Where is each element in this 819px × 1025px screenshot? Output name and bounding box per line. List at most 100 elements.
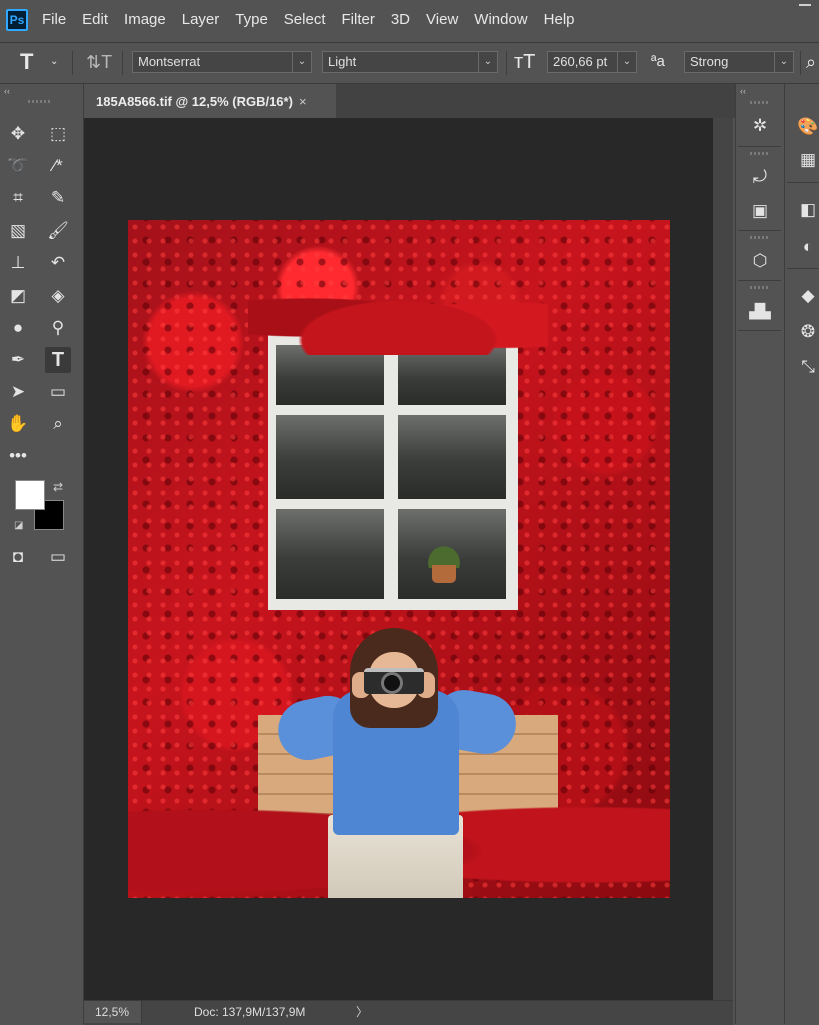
quick-mask-icon[interactable]: ◘ [5, 544, 31, 570]
font-style-value: Light [328, 54, 357, 69]
vertical-scrollbar[interactable] [713, 118, 733, 1000]
type-icon[interactable]: T [45, 347, 71, 373]
healing-brush-icon[interactable]: ▧ [5, 218, 31, 244]
options-bar: T ⌄ ⇅T Montserrat ⌄ Light ⌄ ᴛT 260,66 pt… [0, 42, 819, 84]
chevron-down-icon: ⌄ [617, 52, 636, 72]
photoshop-logo-icon[interactable]: Ps [6, 8, 28, 31]
brush-icon[interactable]: 🖌 [45, 218, 71, 244]
marquee-icon[interactable]: ⬚ [45, 121, 71, 147]
panel-grip[interactable] [750, 101, 770, 104]
swap-colors-icon[interactable]: ⇄ [53, 480, 63, 494]
status-menu-icon[interactable]: 〉 [356, 1001, 368, 1023]
divider [738, 280, 781, 281]
menu-help[interactable]: Help [544, 11, 575, 28]
rectangle-icon[interactable]: ▭ [45, 379, 71, 405]
collapse-icon[interactable]: ‹‹ [740, 86, 746, 96]
font-size-field[interactable]: 260,66 pt ⌄ [547, 51, 637, 73]
history-brush-icon[interactable]: ↶ [45, 250, 71, 276]
3d-icon[interactable]: ⬡ [745, 248, 775, 274]
divider [787, 182, 818, 183]
menu-image[interactable]: Image [124, 11, 166, 28]
font-family-select[interactable]: Montserrat ⌄ [132, 51, 312, 73]
magic-wand-icon[interactable]: ⁄* [45, 153, 71, 179]
crop-icon[interactable]: ⌗ [5, 185, 31, 211]
navigator-icon[interactable]: ✲ [745, 113, 775, 139]
zoom-field[interactable]: 12,5% [84, 1001, 142, 1023]
close-icon[interactable]: × [299, 94, 307, 109]
history-icon[interactable]: ⤾ [745, 164, 775, 190]
chevron-down-icon[interactable]: ⌄ [50, 51, 58, 73]
foreground-color-swatch[interactable] [15, 480, 45, 510]
adjustments-icon[interactable]: ◐ [793, 234, 819, 260]
document-tab-bar: 185A8566.tif @ 12,5% (RGB/16*) × [84, 84, 735, 118]
eyedropper-icon[interactable]: ✎ [45, 185, 71, 211]
blur-icon[interactable]: ● [5, 315, 31, 341]
pen-icon[interactable]: ✒ [5, 347, 31, 373]
actions-icon[interactable]: ▣ [745, 198, 775, 224]
panel-dock-collapsed-right: 🎨 ▦ ◧ ◐ ◆ ❂ ⤡ [784, 84, 819, 1024]
histogram-icon[interactable]: ▟▙ [745, 298, 775, 324]
document-image[interactable] [128, 220, 670, 898]
canvas-area[interactable] [84, 118, 713, 1000]
clone-stamp-icon[interactable]: ⊥ [5, 250, 31, 276]
screen-mode-icon[interactable]: ▭ [45, 544, 71, 570]
camera-lens [381, 672, 403, 694]
window-frame [268, 335, 518, 610]
paths-icon[interactable]: ⤡ [793, 354, 819, 380]
lasso-icon[interactable]: ➰ [5, 153, 31, 179]
menu-file[interactable]: File [42, 11, 66, 28]
panel-grip[interactable] [750, 152, 770, 155]
type-tool-preset-icon[interactable]: T [20, 51, 33, 73]
collapse-icon[interactable]: ‹‹ [4, 86, 10, 96]
font-size-value: 260,66 pt [553, 54, 608, 69]
text-orientation-icon[interactable]: ⇅T [86, 51, 112, 73]
document-tab-title: 185A8566.tif @ 12,5% (RGB/16*) [96, 93, 293, 109]
divider [787, 268, 818, 269]
libraries-icon[interactable]: ◧ [793, 197, 819, 223]
menu-select[interactable]: Select [284, 11, 326, 28]
antialias-value: Strong [690, 54, 729, 69]
font-family-value: Montserrat [138, 54, 201, 69]
divider [506, 51, 507, 75]
font-size-icon: ᴛT [514, 51, 536, 73]
divider [72, 51, 73, 75]
menu-3d[interactable]: 3D [391, 11, 410, 28]
channels-icon[interactable]: ❂ [793, 319, 819, 345]
chevron-down-icon: ⌄ [292, 52, 311, 72]
minimize-icon[interactable] [799, 4, 811, 6]
menu-filter[interactable]: Filter [342, 11, 375, 28]
doc-size-info: Doc: 137,9M/137,9M [194, 1005, 306, 1019]
paint-bucket-icon[interactable]: ◈ [45, 283, 71, 309]
menu-type[interactable]: Type [235, 11, 268, 28]
panel-grip[interactable] [28, 100, 52, 103]
document-tab[interactable]: 185A8566.tif @ 12,5% (RGB/16*) × [84, 84, 336, 118]
font-style-select[interactable]: Light ⌄ [322, 51, 498, 73]
more-tools-icon[interactable]: ••• [5, 443, 31, 469]
move-icon[interactable]: ✥ [5, 121, 31, 147]
color-icon[interactable]: 🎨 [793, 114, 819, 140]
antialias-select[interactable]: Strong ⌄ [684, 51, 794, 73]
menu-view[interactable]: View [426, 11, 458, 28]
menu-window[interactable]: Window [474, 11, 527, 28]
default-colors-icon[interactable]: ◪ [14, 520, 23, 531]
plant-pot [432, 565, 456, 583]
eraser-icon[interactable]: ◩ [5, 283, 31, 309]
tools-panel: ‹‹ ✥ ⬚ ➰ ⁄* ⌗ ✎ ▧ 🖌 ⊥ ↶ ◩ ◈ ● ⚲ ✒ T ➤ ▭ … [0, 84, 84, 1024]
divider [800, 51, 801, 75]
hand-icon[interactable]: ✋ [5, 411, 31, 437]
menu-edit[interactable]: Edit [82, 11, 108, 28]
menu-bar: Ps File Edit Image Layer Type Select Fil… [0, 0, 819, 39]
layers-icon[interactable]: ◆ [793, 283, 819, 309]
swatches-icon[interactable]: ▦ [793, 147, 819, 173]
chevron-down-icon: ⌄ [478, 52, 497, 72]
menu-layer[interactable]: Layer [182, 11, 220, 28]
zoom-icon[interactable]: ⌕ [45, 411, 71, 437]
panel-grip[interactable] [750, 236, 770, 239]
antialias-icon: ªa [651, 53, 665, 70]
divider [738, 330, 781, 331]
panel-dock-collapsed: ‹‹ ✲ ⤾ ▣ ⬡ ▟▙ [735, 84, 783, 1024]
search-icon[interactable]: ⌕ [806, 51, 816, 73]
dodge-icon[interactable]: ⚲ [45, 315, 71, 341]
panel-grip[interactable] [750, 286, 770, 289]
path-selection-icon[interactable]: ➤ [5, 379, 31, 405]
